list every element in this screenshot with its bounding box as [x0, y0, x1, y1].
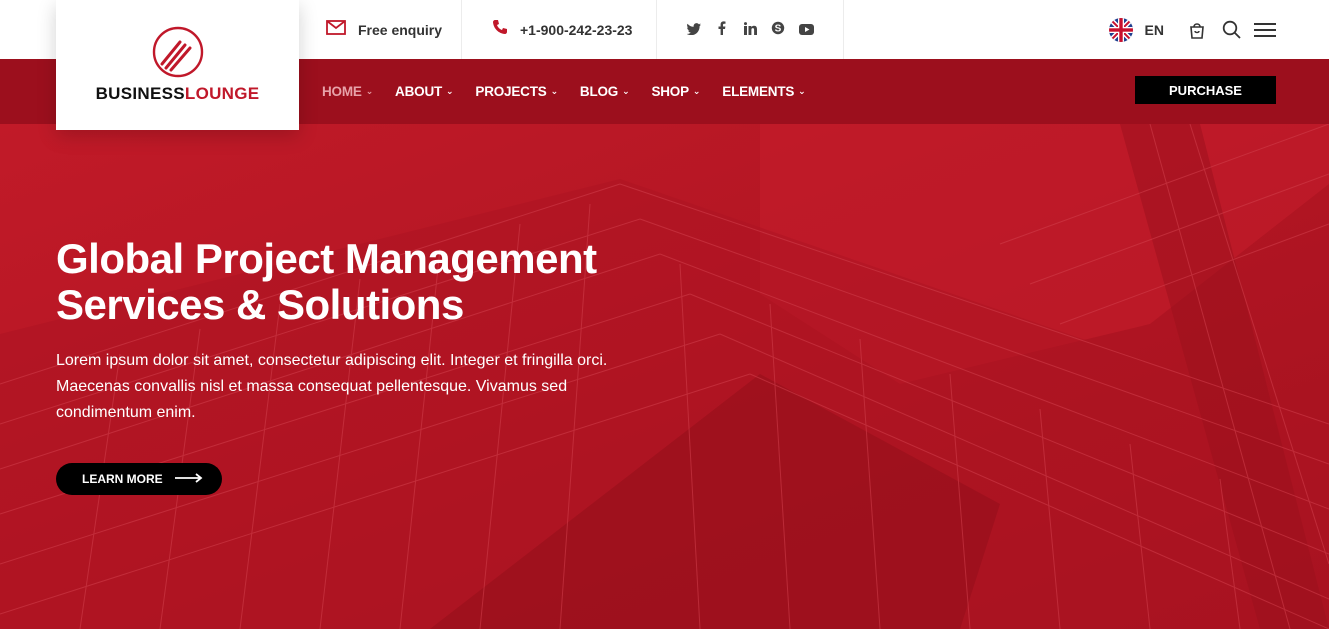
enquiry-label: Free enquiry: [358, 21, 443, 38]
skype-icon[interactable]: S: [771, 21, 785, 38]
hero-section: Global Project Management Services & Sol…: [0, 124, 1329, 629]
hero-title-line2: Services & Solutions: [56, 281, 464, 328]
brand-name-part1: BUSINESS: [95, 84, 185, 103]
learn-more-button[interactable]: LEARN MORE: [56, 463, 222, 495]
purchase-button[interactable]: PURCHASE: [1135, 76, 1276, 104]
nav-item-label: SHOP: [651, 84, 689, 99]
brand-name: BUSINESSLOUNGE: [96, 84, 260, 104]
twitter-icon[interactable]: [686, 22, 701, 38]
nav-item-label: PROJECTS: [475, 84, 547, 99]
nav-item-shop[interactable]: SHOP ⌄: [651, 84, 700, 99]
chevron-down-icon: ⌄: [446, 86, 454, 96]
social-links: S: [657, 0, 844, 59]
arrow-right-icon: [174, 472, 203, 486]
hero-title-line1: Global Project Management: [56, 235, 597, 282]
youtube-icon[interactable]: [799, 22, 814, 38]
facebook-icon[interactable]: [715, 21, 729, 38]
uk-flag-icon[interactable]: [1108, 17, 1133, 42]
nav-item-label: ELEMENTS: [722, 84, 795, 99]
hamburger-menu-icon[interactable]: [1254, 19, 1276, 41]
chevron-down-icon: ⌄: [692, 86, 701, 96]
language-selector[interactable]: EN: [1145, 22, 1164, 38]
nav-item-about[interactable]: ABOUT ⌄: [395, 84, 454, 99]
nav-item-elements[interactable]: ELEMENTS ⌄: [722, 84, 805, 99]
hero-description: Lorem ipsum dolor sit amet, consectetur …: [56, 348, 656, 426]
brand-name-part2: LOUNGE: [184, 84, 260, 103]
nav-item-label: HOME: [322, 84, 362, 99]
nav-item-label: ABOUT: [395, 84, 443, 99]
shopping-bag-icon[interactable]: [1186, 19, 1208, 41]
hero-title: Global Project Management Services & Sol…: [56, 236, 696, 328]
learn-more-label: LEARN MORE: [82, 472, 163, 486]
hero-text-line3: condimentum enim.: [56, 404, 196, 421]
nav-item-home[interactable]: HOME ⌄: [322, 84, 373, 99]
chevron-down-icon: ⌄: [622, 86, 630, 96]
chevron-down-icon: ⌄: [365, 86, 374, 96]
svg-text:S: S: [775, 24, 782, 35]
linkedin-icon[interactable]: [743, 21, 757, 38]
search-icon[interactable]: [1220, 19, 1242, 41]
free-enquiry-link[interactable]: Free enquiry: [299, 0, 462, 59]
nav-item-label: BLOG: [579, 84, 619, 99]
envelope-icon: [326, 19, 346, 40]
chevron-down-icon: ⌄: [550, 86, 559, 96]
phone-link[interactable]: +1-900-242-23-23: [462, 0, 657, 59]
phone-icon: [492, 19, 508, 40]
chevron-down-icon: ⌄: [798, 86, 806, 96]
main-nav: HOME ⌄ ABOUT ⌄ PROJECTS ⌄ BLOG ⌄ SHOP ⌄ …: [322, 59, 806, 124]
hero-text-line2: Maecenas convallis nisl et massa consequ…: [56, 378, 568, 395]
phone-label: +1-900-242-23-23: [520, 21, 633, 38]
nav-item-projects[interactable]: PROJECTS ⌄: [475, 84, 558, 99]
nav-item-blog[interactable]: BLOG ⌄: [580, 84, 630, 99]
header-tools: EN: [1108, 0, 1276, 59]
hero-text-line1: Lorem ipsum dolor sit amet, consectetur …: [56, 352, 608, 369]
logo-mark-icon: [152, 26, 203, 78]
site-logo[interactable]: BUSINESSLOUNGE: [56, 0, 299, 130]
